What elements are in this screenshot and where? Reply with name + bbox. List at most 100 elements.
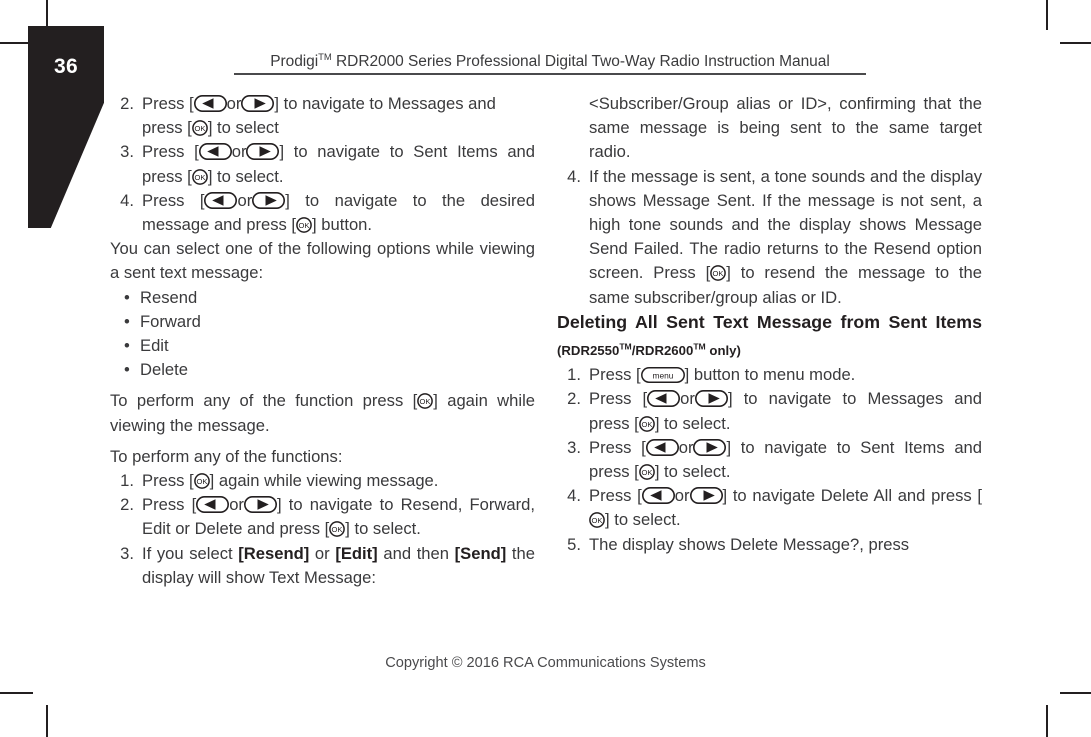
resend-option-label: [Resend] [238,543,310,563]
list-item-number: 4. [120,190,134,210]
list-item-text-b: ] button to menu mode. [684,365,856,385]
ok-key-icon: OK [710,265,727,282]
svg-text:OK: OK [592,516,603,525]
list-item: • Delete [110,358,535,382]
list-item-number: 5. [567,534,581,554]
svg-text:OK: OK [713,269,724,278]
trademark-icon: TM [693,341,706,352]
list-item-text-a: Press [ [589,389,648,409]
list-item-conjunction: or [678,437,694,457]
header-title-trademark: TM [318,52,332,63]
list-item-text-c: ] to select. [654,413,731,433]
section-heading-models-b: /RDR2600 [631,342,694,358]
list-item-text-c: ] to select. [345,519,421,539]
svg-text:OK: OK [196,477,207,486]
list-item-conjunction: or [237,190,253,210]
ok-key-icon: OK [638,415,655,432]
svg-text:OK: OK [332,525,343,534]
left-arrow-key-icon [645,438,679,456]
running-header: ProdigiTM RDR2000 Series Professional Di… [234,52,866,75]
svg-text:OK: OK [194,173,205,182]
menu-key-icon: menu [640,367,685,384]
list-item: 3. If you select [Resend] or [Edit] and t… [110,542,535,590]
page-footer: Copyright © 2016 RCA Communications Syst… [385,655,706,671]
svg-text:OK: OK [641,468,652,477]
left-arrow-key-icon [641,487,675,505]
list-item-text-a: Press [ [142,495,197,515]
list-item: 1. Press [ menu ] button to menu mode. [557,363,982,387]
ok-key-icon: OK [589,512,605,529]
bullet-icon: • [124,311,130,331]
svg-text:OK: OK [641,420,652,429]
list-item-number: 2. [567,389,581,409]
list-item-text-b: or [309,543,336,563]
list-item-conjunction: or [231,142,247,162]
list-item-conjunction: or [674,486,690,506]
bullet-label: Edit [140,336,169,356]
section-heading-models-c: only) [705,342,741,358]
ok-key-icon: OK [191,120,208,137]
crop-mark-top-right-horizontal [1060,42,1091,44]
right-column: <Subscriber/Group alias or ID>, confirmi… [557,92,982,557]
list-item-text-a: Press [ [142,94,194,113]
ok-key-icon: OK [191,168,208,185]
perform-function-text-a: To perform any of the function press [ [110,391,418,411]
list-item-text-b: ] to navigate Delete All and press [ [722,486,983,506]
list-item: 4. Press [or] to navigate to the desired … [110,189,535,237]
list-item: 1. Press [OK] again while viewing message… [110,469,535,493]
options-intro-paragraph: You can select one of the following opti… [110,239,535,283]
svg-text:OK: OK [299,221,310,230]
list-item-text-a: The display shows Delete Message?, press [589,534,910,554]
list-item-text-b: ] again while viewing message. [209,471,439,491]
left-arrow-key-icon [198,143,232,161]
list-item: 3. Press [or] to navigate to Sent Items a… [557,436,982,484]
crop-mark-bottom-right-horizontal [1060,692,1091,694]
list-item: 2. Press [or] to navigate to Messages and… [110,92,535,140]
list-item-text-a: If you select [142,543,239,563]
list-item: 3. Press [or] to navigate to Sent Items a… [110,140,535,188]
ok-key-icon: OK [193,473,210,489]
header-rule [234,73,866,75]
send-option-label: [Send] [454,543,507,563]
right-arrow-key-icon [241,95,275,112]
header-title: ProdigiTM RDR2000 Series Professional Di… [234,52,866,71]
section-heading-models: (RDR2550TM/RDR2600TM only) [557,341,741,358]
list-item-text-c: and then [377,543,455,563]
edit-option-label: [Edit] [335,543,378,563]
svg-text:OK: OK [420,397,431,406]
crop-mark-bottom-left-vertical [46,705,48,737]
crop-mark-bottom-right-vertical [1046,705,1048,737]
bullet-label: Forward [140,311,201,331]
svg-text:menu: menu [652,371,673,381]
list-item: 2. Press [or] to navigate to Resend, Forw… [110,493,535,541]
left-arrow-key-icon [196,496,230,514]
list-item-conjunction: or [680,389,695,409]
crop-mark-bottom-left-horizontal [0,692,33,694]
list-item-text-a: Press [ [589,365,641,385]
list-item-conjunction: or [229,495,244,515]
page-number: 36 [54,55,78,78]
list-item-text-a: Press [ [142,142,199,162]
section-heading-models-a: (RDR2550 [557,342,620,358]
right-arrow-key-icon [243,496,277,514]
bullet-icon: • [124,360,130,380]
right-arrow-key-icon [694,390,728,408]
list-item-number: 2. [120,495,134,515]
list-item-number: 1. [567,365,581,385]
list-item-number: 3. [120,142,134,162]
bullet-label: Resend [140,287,198,307]
list-item: • Resend [110,286,535,310]
list-item-number: 3. [567,437,581,457]
list-item-text-c: ] to select. [654,462,731,482]
list-item-text-c: ] to select. [207,166,284,186]
body-columns: 2. Press [or] to navigate to Messages and… [0,92,1091,637]
left-arrow-key-icon [204,191,238,209]
list-item: • Forward [110,310,535,334]
bullet-icon: • [124,336,130,356]
list-item-text-c: ] to select. [605,510,681,530]
perform-function-paragraph: To perform any of the function press [OK… [110,389,535,437]
continued-paragraph: <Subscriber/Group alias or ID>, confirmi… [557,92,982,165]
ok-key-icon: OK [296,217,312,233]
list-item: 5. The display shows Delete Message?, pre… [557,533,982,557]
bullet-icon: • [124,287,130,307]
